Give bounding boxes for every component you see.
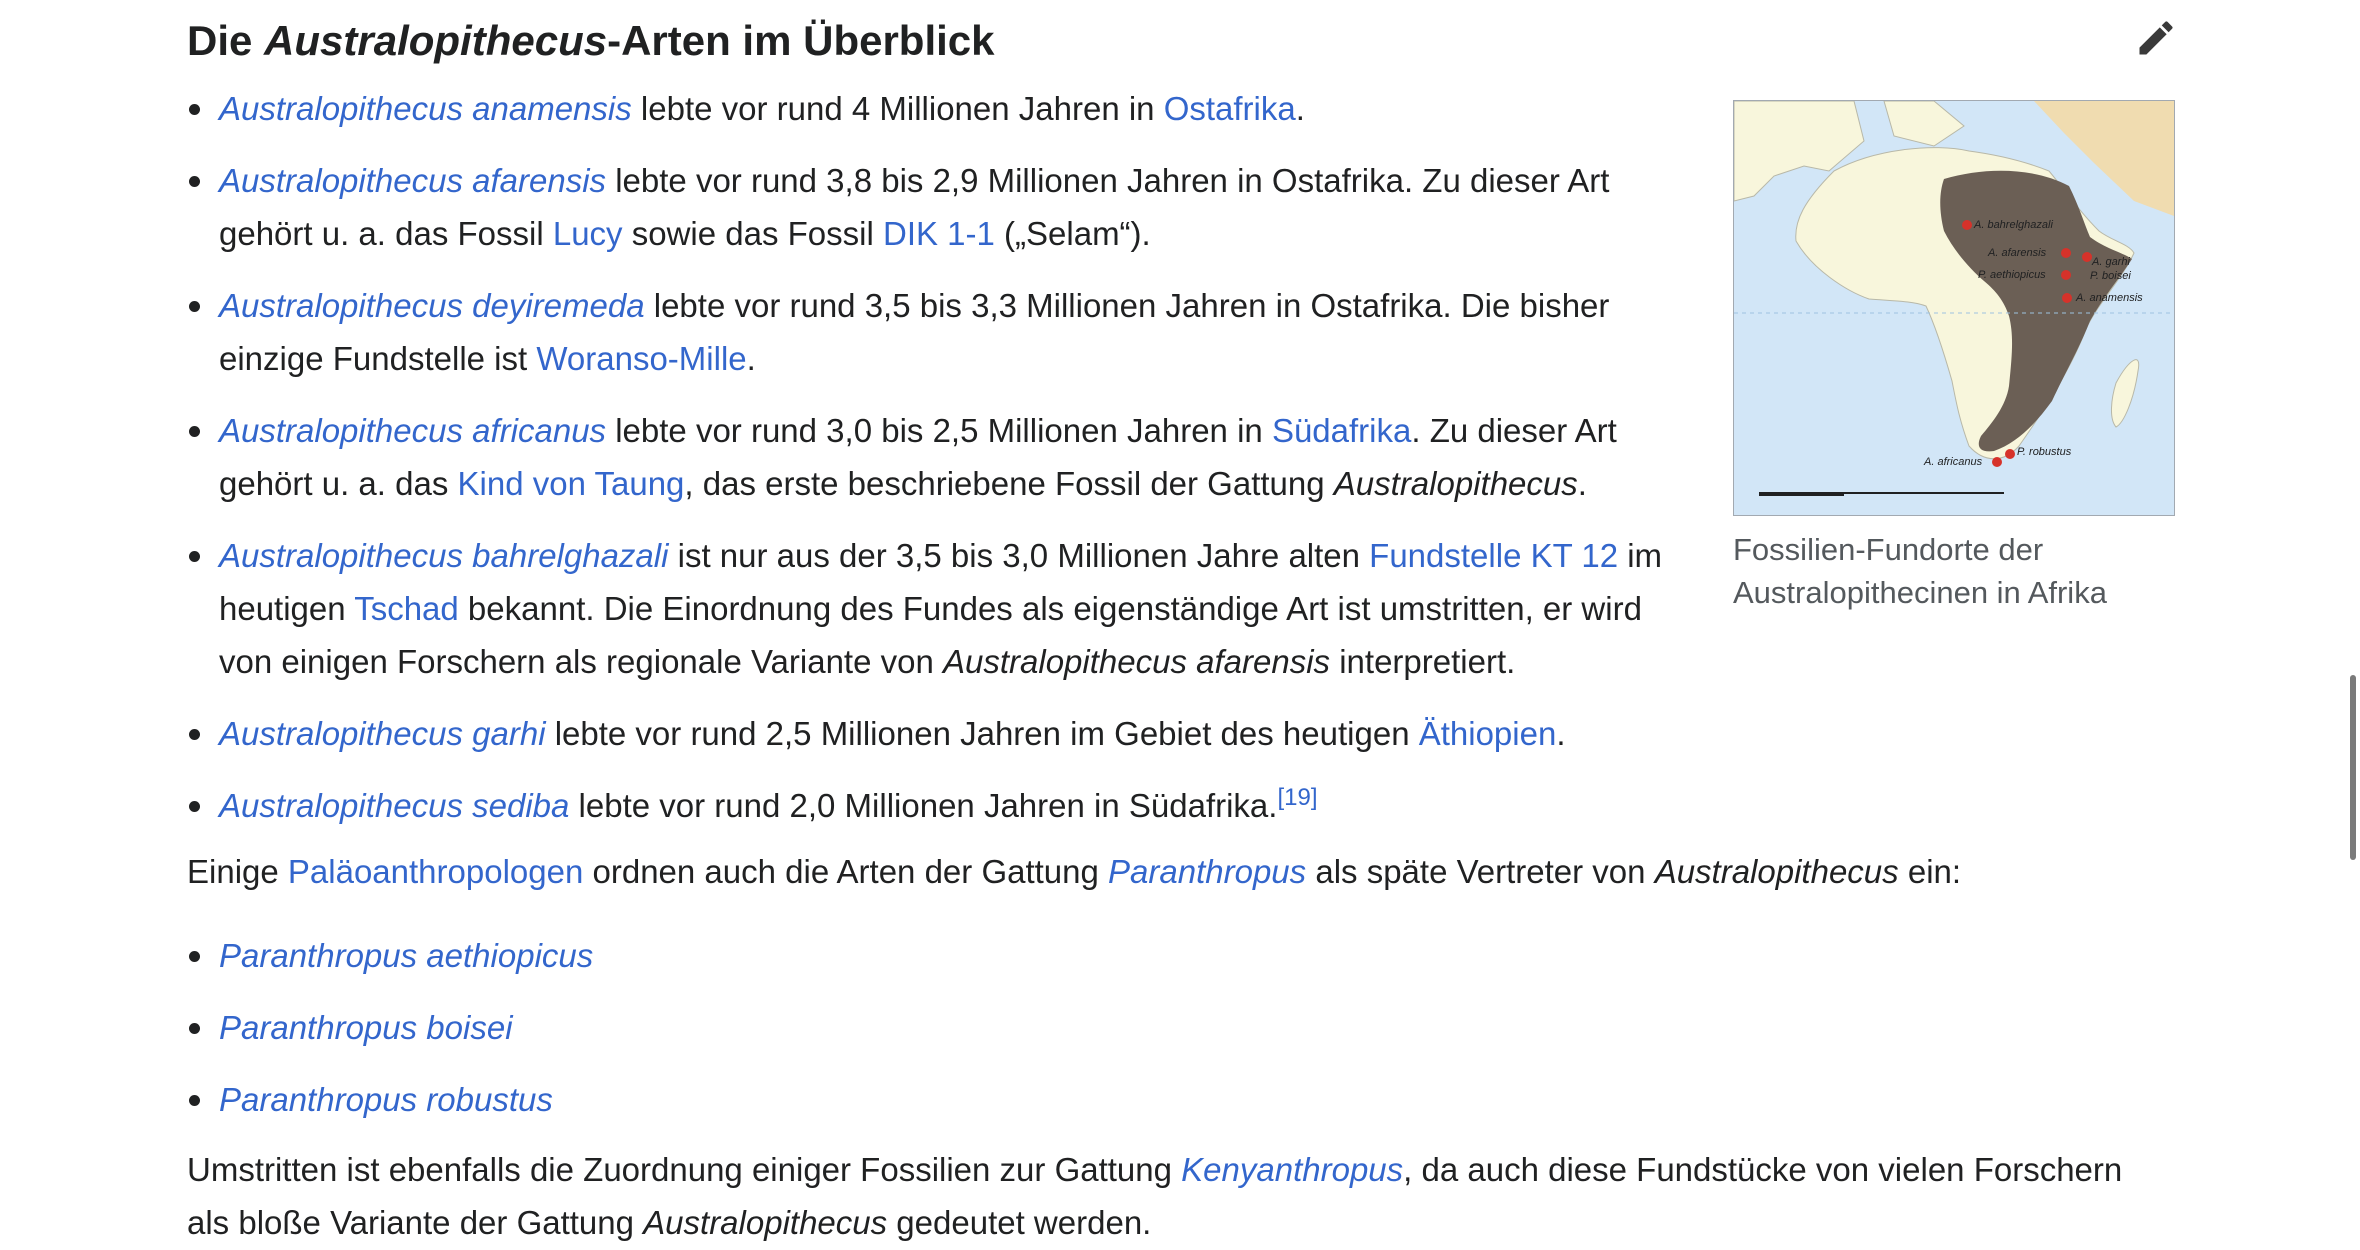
edit-section-button[interactable] [2134,16,2178,60]
inline-link[interactable]: Lucy [553,215,623,252]
list-item: Paranthropus aethiopicus [187,929,593,982]
species-link[interactable]: Australopithecus garhi [219,715,546,752]
list-item: Australopithecus anamensis lebte vor run… [187,82,1667,135]
list-item: Australopithecus garhi lebte vor rund 2,… [187,707,1667,760]
map-label: P. aethiopicus [1978,269,2046,281]
species-list: Australopithecus anamensis lebte vor run… [187,82,1667,851]
inline-link[interactable]: DIK 1-1 [883,215,995,252]
list-item: Australopithecus africanus lebte vor run… [187,404,1667,510]
species-link[interactable]: Australopithecus bahrelghazali [219,537,668,574]
map-label: A. garhi [2091,256,2130,268]
pencil-icon [2139,21,2173,55]
map-label: A. africanus [1923,456,1983,468]
list-item: Paranthropus robustus [187,1073,593,1126]
inline-link[interactable]: Woranso-Mille [536,340,746,377]
africa-map: A. bahrelghazali A. afarensis P. aethiop… [1733,100,2174,515]
scrollbar-thumb[interactable] [2350,675,2356,860]
list-item: Australopithecus afarensis lebte vor run… [187,154,1667,260]
inline-link[interactable]: Kenyanthropus [1181,1151,1403,1188]
paranthropus-list: Paranthropus aethiopicus Paranthropus bo… [187,929,593,1145]
inline-link[interactable]: Fundstelle KT 12 [1369,537,1618,574]
heading-prefix: Die [187,17,265,64]
inline-link[interactable]: Paranthropus [1108,853,1306,890]
africa-map-image[interactable]: A. bahrelghazali A. afarensis P. aethiop… [1733,100,2175,516]
species-link[interactable]: Paranthropus robustus [219,1081,553,1118]
inline-link[interactable]: Ostafrika [1164,90,1296,127]
list-item: Australopithecus deyiremeda lebte vor ru… [187,279,1667,385]
species-link[interactable]: Australopithecus afarensis [219,162,606,199]
species-link[interactable]: Australopithecus africanus [219,412,606,449]
reference-link[interactable]: [19] [1277,784,1317,811]
map-label: P. robustus [2017,446,2072,458]
map-label: A. anamensis [2075,292,2143,304]
heading-suffix: -Arten im Überblick [607,17,995,64]
inline-link[interactable]: Äthiopien [1419,715,1557,752]
inline-link[interactable]: Kind von Taung [458,465,685,502]
species-link[interactable]: Paranthropus boisei [219,1009,513,1046]
section-heading: Die Australopithecus-Arten im Überblick [187,16,995,66]
species-link[interactable]: Australopithecus anamensis [219,90,632,127]
map-label: A. afarensis [1987,247,2047,259]
paranthropus-paragraph: Einige Paläoanthropologen ordnen auch di… [187,853,1962,890]
list-item: Paranthropus boisei [187,1001,593,1054]
list-item: Australopithecus sediba lebte vor rund 2… [187,779,1667,832]
list-item: Australopithecus bahrelghazali ist nur a… [187,529,1667,688]
map-label: A. bahrelghazali [1973,219,2053,231]
species-link[interactable]: Australopithecus deyiremeda [219,287,645,324]
inline-link[interactable]: Paläoanthropologen [288,853,583,890]
species-link[interactable]: Australopithecus sediba [219,787,569,824]
figure-caption: Fossilien-Fundorte der Australopithecine… [1733,532,2107,610]
kenyanthropus-paragraph: Umstritten ist ebenfalls die Zuordnung e… [187,1151,2123,1241]
heading-italic: Australopithecus [264,17,608,64]
figure-thumbnail: A. bahrelghazali A. afarensis P. aethiop… [1733,100,2175,614]
map-label: P. boisei [2090,270,2131,282]
inline-link[interactable]: Tschad [354,590,459,627]
inline-link[interactable]: Südafrika [1272,412,1411,449]
species-link[interactable]: Paranthropus aethiopicus [219,937,593,974]
